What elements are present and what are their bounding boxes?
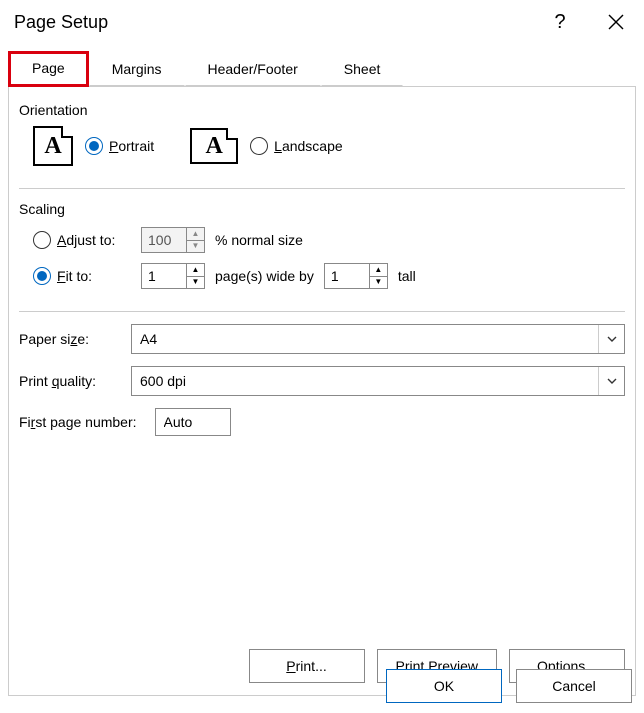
fit-tall-input[interactable] xyxy=(325,264,369,288)
divider xyxy=(19,188,625,189)
adjust-to-suffix: % normal size xyxy=(215,232,303,248)
dialog-footer: OK Cancel xyxy=(386,669,632,703)
print-quality-label: Print quality: xyxy=(19,373,117,389)
adjust-to-input[interactable] xyxy=(142,228,186,252)
paper-size-label: Paper size: xyxy=(19,331,117,347)
radio-icon xyxy=(33,231,51,249)
spinner-up-icon[interactable]: ▲ xyxy=(370,264,387,277)
fit-wide-spinner[interactable]: ▲ ▼ xyxy=(141,263,205,289)
paper-size-combo[interactable]: A4 xyxy=(131,324,625,354)
portrait-label: Portrait xyxy=(109,138,154,154)
landscape-label: Landscape xyxy=(274,138,343,154)
help-button[interactable]: ? xyxy=(532,0,588,44)
radio-icon xyxy=(250,137,268,155)
page-panel: Orientation A Portrait A Landscape Scali… xyxy=(8,86,636,696)
adjust-to-spinner[interactable]: ▲ ▼ xyxy=(141,227,205,253)
tab-margins[interactable]: Margins xyxy=(89,52,185,86)
cancel-button[interactable]: Cancel xyxy=(516,669,632,703)
adjust-to-label: Adjust to: xyxy=(57,232,131,248)
spinner-down-icon[interactable]: ▼ xyxy=(187,241,204,253)
orientation-heading: Orientation xyxy=(19,102,625,118)
fit-tall-spinner[interactable]: ▲ ▼ xyxy=(324,263,388,289)
spinner-down-icon[interactable]: ▼ xyxy=(187,277,204,289)
portrait-radio[interactable]: Portrait xyxy=(85,137,154,155)
orientation-row: A Portrait A Landscape xyxy=(33,126,625,166)
landscape-radio[interactable]: Landscape xyxy=(250,137,343,155)
close-button[interactable] xyxy=(588,0,644,44)
scaling-heading: Scaling xyxy=(19,201,625,217)
titlebar: Page Setup ? xyxy=(0,0,644,44)
divider xyxy=(19,311,625,312)
portrait-icon: A xyxy=(33,126,73,166)
close-icon xyxy=(608,14,624,30)
fit-tall-suffix: tall xyxy=(398,268,416,284)
spinner-up-icon[interactable]: ▲ xyxy=(187,228,204,241)
fit-mid-label: page(s) wide by xyxy=(215,268,314,284)
print-quality-value: 600 dpi xyxy=(132,373,598,389)
spinner-down-icon[interactable]: ▼ xyxy=(370,277,387,289)
print-button[interactable]: Print... xyxy=(249,649,365,683)
radio-icon xyxy=(85,137,103,155)
radio-icon xyxy=(33,267,51,285)
print-quality-combo[interactable]: 600 dpi xyxy=(131,366,625,396)
tab-sheet[interactable]: Sheet xyxy=(321,52,404,86)
tab-header-footer[interactable]: Header/Footer xyxy=(185,52,321,86)
window-title: Page Setup xyxy=(14,12,532,33)
landscape-icon: A xyxy=(190,128,238,164)
fit-to-radio[interactable]: Fit to: xyxy=(33,267,131,285)
paper-size-value: A4 xyxy=(132,331,598,347)
fit-to-label: Fit to: xyxy=(57,268,131,284)
spinner-up-icon[interactable]: ▲ xyxy=(187,264,204,277)
first-page-number-label: First page number: xyxy=(19,414,137,430)
adjust-to-radio[interactable]: Adjust to: xyxy=(33,231,131,249)
fit-wide-input[interactable] xyxy=(142,264,186,288)
first-page-number-input[interactable] xyxy=(155,408,231,436)
ok-button[interactable]: OK xyxy=(386,669,502,703)
chevron-down-icon xyxy=(598,367,624,395)
tab-page[interactable]: Page xyxy=(8,51,89,87)
chevron-down-icon xyxy=(598,325,624,353)
tab-strip: Page Margins Header/Footer Sheet xyxy=(0,52,644,86)
